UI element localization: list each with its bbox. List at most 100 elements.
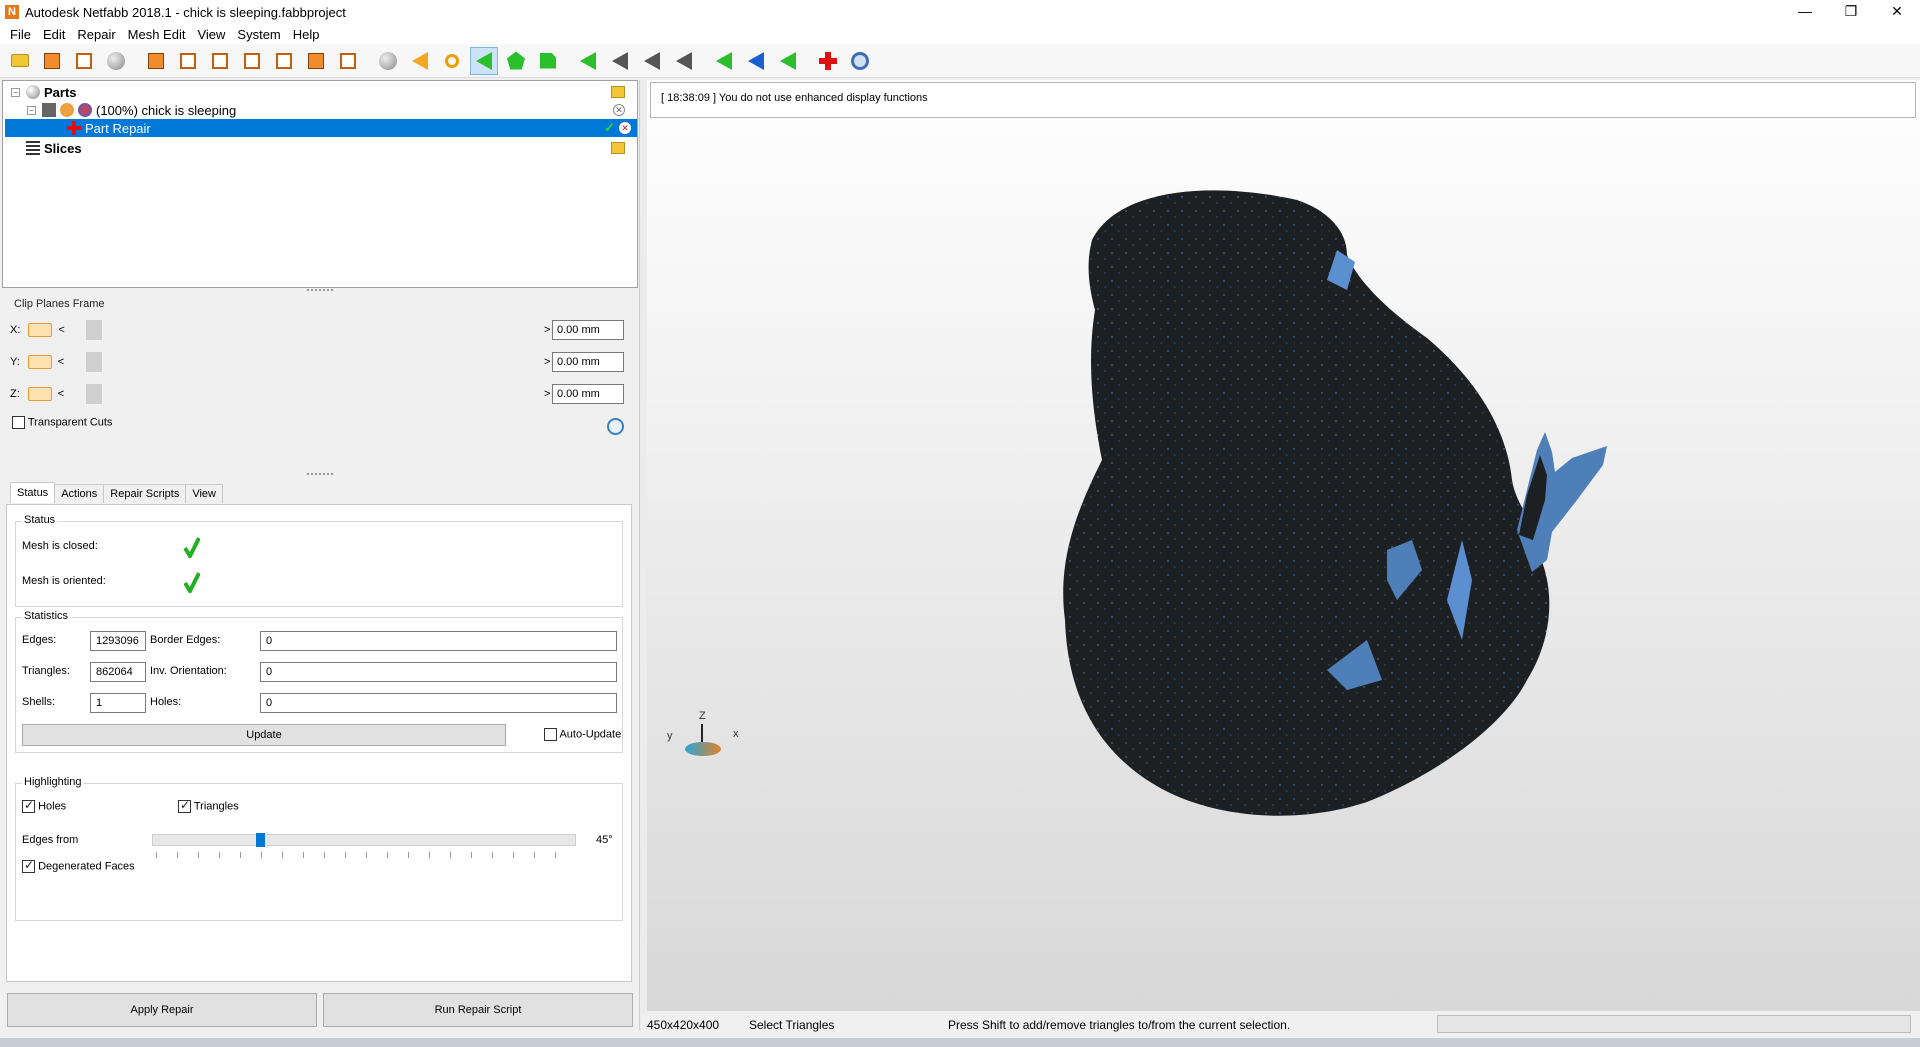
previous-view-button[interactable] [406, 47, 434, 75]
tab-status[interactable]: Status [10, 482, 56, 503]
auto-update-row[interactable]: Auto-Update [544, 728, 621, 741]
tree-row-parts[interactable]: − Parts [11, 83, 631, 101]
select-all-button[interactable] [774, 47, 802, 75]
edges-field[interactable]: 1293096 [90, 631, 146, 651]
clip-slider[interactable] [78, 319, 542, 341]
new-part-button[interactable] [102, 47, 130, 75]
open-project-button[interactable] [6, 47, 34, 75]
transparent-cuts-row[interactable]: Transparent Cuts [12, 416, 112, 429]
folder-icon[interactable] [611, 142, 625, 154]
3d-viewport[interactable]: Z y x [647, 80, 1920, 1011]
clip-y-input[interactable]: 0.00 mm [552, 352, 624, 372]
tree-row-part-repair[interactable]: Part Repair ✓ ✕ [5, 119, 637, 137]
maximize-button[interactable]: ❐ [1828, 0, 1874, 24]
remove-triangle-button[interactable] [670, 47, 698, 75]
holes-field[interactable]: 0 [260, 693, 617, 713]
view-top-button[interactable] [270, 47, 298, 75]
split-triangle-button[interactable] [606, 47, 634, 75]
edges-from-slider[interactable] [152, 833, 576, 847]
tree-row-part[interactable]: − (100%) chick is sleeping ✕ [27, 101, 631, 119]
shade-sphere-button[interactable] [374, 47, 402, 75]
update-button[interactable]: Update [22, 724, 506, 746]
menu-system[interactable]: System [231, 27, 286, 42]
clip-right-arrow[interactable]: > [544, 324, 550, 336]
clip-slider[interactable] [78, 383, 542, 405]
color-icon[interactable] [78, 103, 92, 117]
move-point-button[interactable] [638, 47, 666, 75]
edges-from-slider-thumb[interactable] [256, 833, 265, 847]
view-right-button[interactable] [238, 47, 266, 75]
view-back-button[interactable] [174, 47, 202, 75]
reset-clip-icon[interactable] [607, 418, 624, 435]
view-bottom-button[interactable] [302, 47, 330, 75]
clip-plane-toggle[interactable] [27, 387, 52, 401]
add-part-from-file-button[interactable] [70, 47, 98, 75]
settings-button[interactable] [846, 47, 874, 75]
clip-slider-thumb[interactable] [86, 320, 102, 340]
menu-file[interactable]: File [4, 27, 37, 42]
clip-slider-thumb[interactable] [86, 352, 102, 372]
run-repair-script-button[interactable]: Run Repair Script [323, 993, 633, 1027]
triangles-checkbox[interactable] [178, 798, 191, 813]
cancel-repair-icon[interactable]: ✕ [619, 122, 631, 134]
collapse-icon[interactable]: − [27, 105, 36, 115]
add-part-button[interactable] [38, 47, 66, 75]
clip-x-input[interactable]: 0.00 mm [552, 320, 624, 340]
splitter-handle[interactable] [0, 471, 640, 479]
auto-update-checkbox[interactable] [544, 728, 557, 741]
menu-edit[interactable]: Edit [37, 27, 71, 42]
view-front-button[interactable] [142, 47, 170, 75]
select-surface-button[interactable] [502, 47, 530, 75]
menu-help[interactable]: Help [287, 27, 326, 42]
invert-selection-button[interactable] [742, 47, 770, 75]
border-edges-field[interactable]: 0 [260, 631, 617, 651]
menu-view[interactable]: View [191, 27, 231, 42]
menu-repair[interactable]: Repair [71, 27, 121, 42]
clip-left-arrow[interactable]: < [58, 388, 64, 400]
shells-field[interactable]: 1 [90, 693, 146, 713]
minimize-button[interactable]: — [1782, 0, 1828, 24]
add-triangle-button[interactable] [574, 47, 602, 75]
clip-plane-toggle[interactable] [27, 355, 52, 369]
zoom-button[interactable] [438, 47, 466, 75]
triangles-field[interactable]: 862064 [90, 662, 146, 682]
folder-icon[interactable] [611, 86, 625, 98]
triangles-highlight-row[interactable]: Triangles [178, 798, 239, 813]
select-triangle-button[interactable] [470, 46, 498, 75]
apply-check-icon[interactable]: ✓ [604, 120, 615, 136]
holes-checkbox[interactable] [22, 798, 35, 813]
apply-repair-button[interactable]: Apply Repair [7, 993, 317, 1027]
repair-button[interactable] [814, 47, 842, 75]
transparent-cuts-checkbox[interactable] [12, 416, 25, 429]
tab-view[interactable]: View [185, 484, 223, 503]
clip-z-input[interactable]: 0.00 mm [552, 384, 624, 404]
collapse-icon[interactable]: − [11, 87, 20, 97]
degenerated-faces-row[interactable]: Degenerated Faces [22, 858, 135, 873]
mesh-model[interactable] [647, 80, 1920, 1011]
splitter-handle[interactable] [0, 287, 640, 295]
view-iso-button[interactable] [334, 47, 362, 75]
menu-mesh-edit[interactable]: Mesh Edit [122, 27, 192, 42]
tab-repair-scripts[interactable]: Repair Scripts [103, 484, 187, 503]
close-button[interactable]: ✕ [1874, 0, 1920, 24]
select-shell-button[interactable] [534, 47, 562, 75]
holes-label: Holes: [150, 696, 182, 708]
panel-splitter[interactable] [639, 80, 647, 1030]
clip-right-arrow[interactable]: > [544, 388, 550, 400]
clip-right-arrow[interactable]: > [544, 356, 550, 368]
clip-left-arrow[interactable]: < [58, 356, 64, 368]
view-left-button[interactable] [206, 47, 234, 75]
visibility-icon[interactable] [60, 103, 74, 117]
clip-left-arrow[interactable]: < [58, 324, 64, 336]
tree-row-slices[interactable]: Slices [11, 139, 631, 157]
inv-orientation-field[interactable]: 0 [260, 662, 617, 682]
tab-actions[interactable]: Actions [54, 484, 105, 503]
degenerated-faces-checkbox[interactable] [22, 858, 35, 873]
mesh-oriented-check-icon [184, 572, 200, 593]
remove-part-icon[interactable]: ✕ [613, 104, 625, 116]
clip-slider-thumb[interactable] [86, 384, 102, 404]
holes-highlight-row[interactable]: Holes [22, 798, 66, 813]
undo-selection-button[interactable] [710, 47, 738, 75]
clip-plane-toggle[interactable] [28, 323, 53, 337]
clip-slider[interactable] [78, 351, 542, 373]
